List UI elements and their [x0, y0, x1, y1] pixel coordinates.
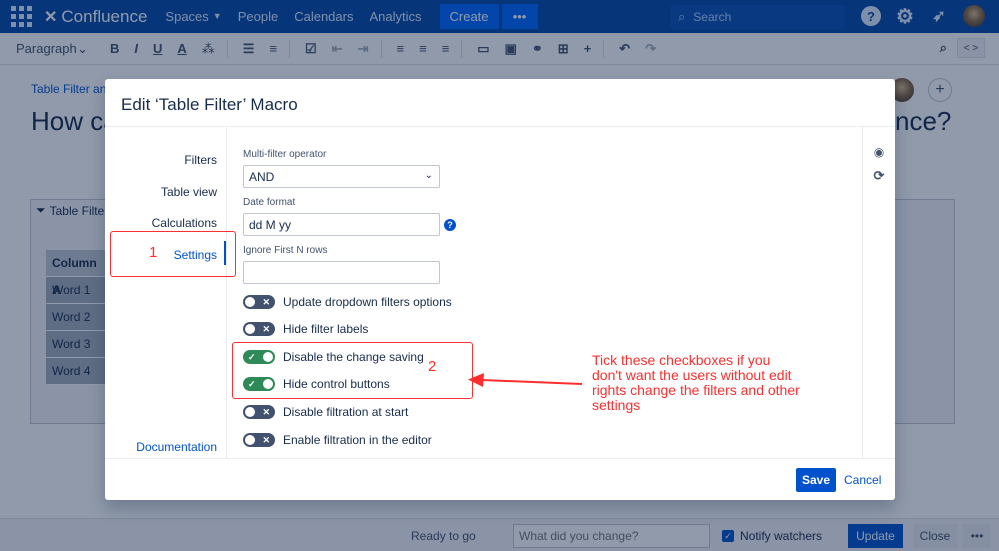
dialog-sidebar: Filters Table view Calculations Settings…: [105, 127, 226, 458]
toggle-disable-filtration-at-start[interactable]: ✕ Disable filtration at start: [243, 405, 408, 419]
sidebar-item-filters[interactable]: Filters: [184, 153, 217, 167]
annotation-marker-1: 1: [149, 244, 158, 261]
refresh-icon[interactable]: ⟳: [872, 168, 886, 183]
ignore-first-rows-label: Ignore First N rows: [243, 245, 328, 256]
eye-icon[interactable]: ◉: [872, 145, 886, 159]
toggle-label: Disable filtration at start: [283, 405, 409, 419]
sidebar-item-table-view[interactable]: Table view: [161, 185, 217, 199]
date-format-label: Date format: [243, 197, 296, 208]
cross-icon: ✕: [262, 324, 270, 334]
save-button[interactable]: Save: [796, 468, 836, 492]
toggle-enable-filtration-in-editor[interactable]: ✕ Enable filtration in the editor: [243, 433, 432, 447]
dialog-footer: Save Cancel: [105, 458, 895, 500]
cross-icon: ✕: [262, 407, 270, 417]
annotation-box-toggles: [232, 342, 473, 399]
dialog-right-tools: ◉ ⟳: [863, 127, 895, 458]
cross-icon: ✕: [262, 435, 270, 445]
toggle-switch[interactable]: ✕: [243, 433, 275, 447]
help-icon[interactable]: ?: [444, 219, 456, 231]
toggle-update-dropdown-filters[interactable]: ✕ Update dropdown filters options: [243, 295, 452, 309]
ignore-first-rows-input[interactable]: [243, 261, 440, 284]
sidebar-item-calculations[interactable]: Calculations: [152, 216, 217, 230]
multi-filter-operator-label: Multi-filter operator: [243, 149, 327, 160]
dialog-title: Edit ‘Table Filter’ Macro: [121, 95, 298, 114]
cross-icon: ✕: [262, 297, 270, 307]
cancel-button[interactable]: Cancel: [844, 468, 881, 492]
toggle-hide-filter-labels[interactable]: ✕ Hide filter labels: [243, 322, 368, 336]
toggle-label: Enable filtration in the editor: [283, 433, 432, 447]
annotation-marker-2: 2: [428, 358, 437, 375]
annotation-box-settings: [110, 231, 236, 277]
dialog-header: Edit ‘Table Filter’ Macro: [105, 79, 895, 127]
macro-dialog: Edit ‘Table Filter’ Macro Filters Table …: [105, 79, 895, 500]
multi-filter-operator-value: AND: [249, 169, 275, 184]
documentation-link[interactable]: Documentation: [136, 440, 217, 454]
annotation-arrow: [468, 373, 582, 387]
toggle-switch[interactable]: ✕: [243, 322, 275, 336]
toggle-label: Update dropdown filters options: [283, 295, 452, 309]
chevron-down-icon: ⌄: [424, 170, 433, 181]
date-format-input[interactable]: [243, 213, 440, 236]
toggle-switch[interactable]: ✕: [243, 405, 275, 419]
annotation-note: Tick these checkboxes if you don't want …: [592, 352, 800, 413]
toggle-label: Hide filter labels: [283, 322, 369, 336]
toggle-switch[interactable]: ✕: [243, 295, 275, 309]
multi-filter-operator-select[interactable]: AND ⌄: [243, 165, 440, 188]
